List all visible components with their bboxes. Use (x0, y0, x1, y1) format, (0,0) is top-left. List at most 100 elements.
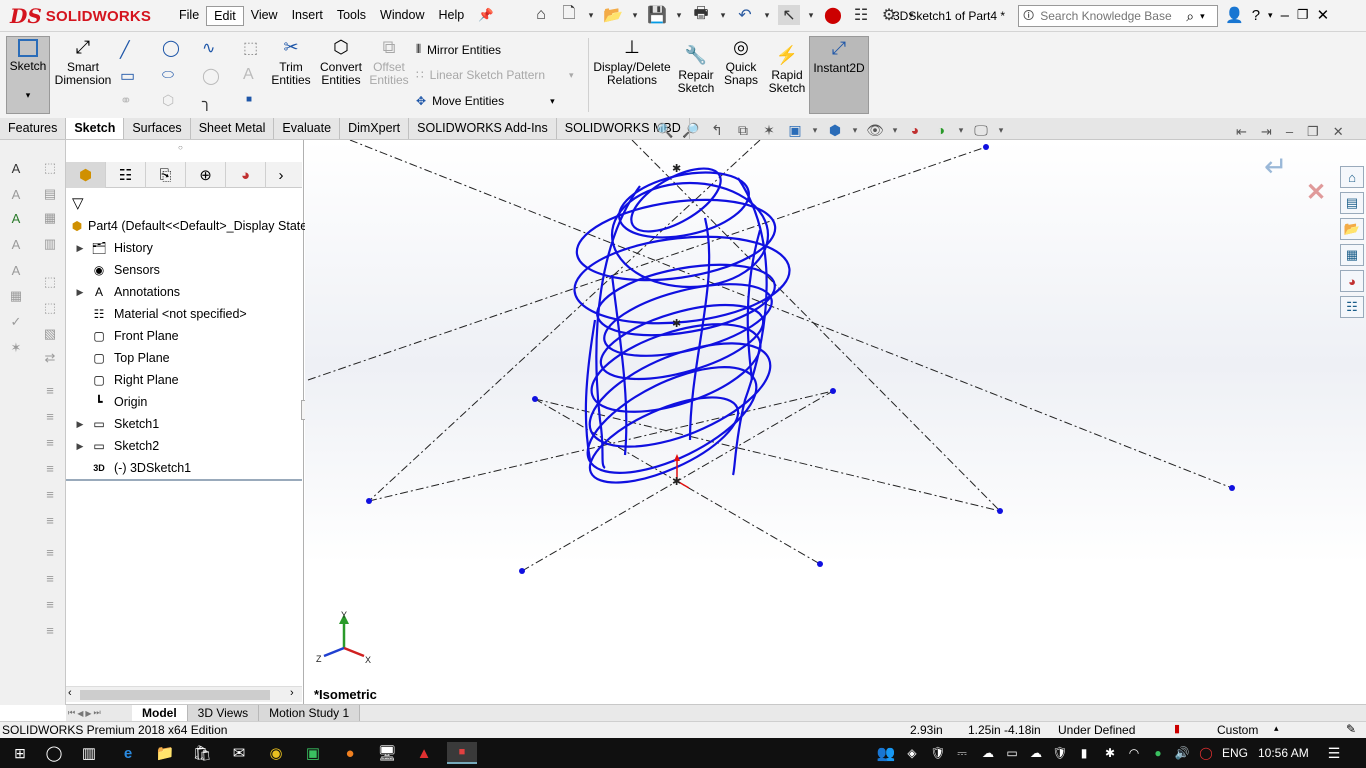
chevron-down-icon[interactable]: ▾ (997, 121, 1005, 139)
menu-view[interactable]: View (244, 6, 285, 26)
apply-scene-icon[interactable]: ◑ (931, 121, 951, 139)
tree-item[interactable]: ▢ Right Plane (70, 370, 178, 390)
windows-start-icon[interactable]: ⊞ (8, 742, 32, 764)
rebuild-indicator-icon[interactable]: ▮ (1174, 722, 1180, 735)
property-manager-tab-icon[interactable]: ☷ (106, 162, 146, 188)
tree-item[interactable]: ▶ ▭ Sketch1 (70, 414, 160, 434)
chevron-down-icon[interactable]: ▾ (718, 5, 728, 25)
tight-icon[interactable]: ≡ (40, 568, 60, 588)
open-folder-icon[interactable]: 📂 (602, 5, 624, 25)
offset-entities-button[interactable]: ⧉ Offset Entities (367, 36, 411, 87)
close-icon[interactable]: ✕ (1317, 6, 1330, 24)
chevron-down-icon[interactable]: ▾ (586, 5, 596, 25)
slot-icon[interactable]: ⬭ (162, 66, 174, 83)
tab-scroll-buttons[interactable]: ⏮ ◀ ▶ ⏭ (66, 705, 132, 722)
file-explorer-icon[interactable]: 📁 (153, 742, 177, 764)
display-delete-relations-button[interactable]: ⊥ Display/Delete Relations (593, 36, 671, 87)
select-cursor-icon[interactable]: ↖ (778, 5, 800, 25)
block-icon[interactable]: ▧ (40, 324, 60, 344)
graphics-area[interactable]: ✱ ✱ ✱ Y X Z (305, 140, 1366, 704)
zoom-to-fit-icon[interactable]: 🔍 (655, 121, 675, 139)
section-view-icon[interactable]: ⧉ (733, 121, 753, 139)
sketch-button[interactable]: Sketch ▾ (6, 36, 50, 114)
minimize-icon[interactable]: – (1281, 7, 1289, 24)
hide-show-items-icon[interactable]: 👁 (865, 121, 885, 139)
prev-tab-icon[interactable]: ◀ (77, 709, 83, 718)
remote-desktop-icon[interactable]: 🖥 (375, 742, 399, 764)
weld-symbol-icon[interactable]: ✶ (6, 338, 26, 358)
dynamic-annotation-icon[interactable]: ✶ (759, 121, 779, 139)
tab-surfaces[interactable]: Surfaces (124, 118, 191, 139)
tree-item[interactable]: ┗ Origin (70, 392, 147, 412)
menu-help[interactable]: Help (432, 6, 472, 26)
solidworks-logo[interactable]: DS SOLIDWORKS (10, 4, 151, 28)
file-properties-icon[interactable]: ☷ (850, 5, 872, 25)
menu-window[interactable]: Window (373, 6, 431, 26)
align-top-icon[interactable]: ≡ (40, 432, 60, 452)
tab-motion-study[interactable]: Motion Study 1 (259, 704, 361, 722)
tree-item[interactable]: 3D (-) 3DSketch1 (70, 458, 191, 478)
store-icon[interactable]: 🛍 (190, 742, 214, 764)
hole-callout-icon[interactable]: ▥ (40, 234, 60, 254)
status-units[interactable]: Custom (1217, 723, 1258, 737)
custom-properties-icon[interactable]: ☷ (1340, 296, 1364, 318)
space-evenly-icon[interactable]: ≡ (40, 484, 60, 504)
view-settings-icon[interactable]: 🖵 (971, 121, 991, 139)
align-bottom-icon[interactable]: ≡ (40, 458, 60, 478)
tab-model[interactable]: Model (132, 704, 188, 722)
expand-arrow-icon[interactable]: ▶ (70, 419, 90, 430)
chain-icon[interactable]: ⚭ (120, 92, 132, 109)
rapid-sketch-button[interactable]: ⚡ Rapid Sketch (765, 44, 809, 95)
chevron-down-icon[interactable]: ▾ (811, 121, 819, 139)
edit-icon[interactable]: ✎ (1346, 722, 1356, 736)
onedrive-icon[interactable]: ☁ (1024, 742, 1048, 764)
search-scope-icon[interactable]: 🛈 (1023, 7, 1034, 26)
surface-finish-icon[interactable]: ✓ (6, 312, 26, 332)
traffic-light-icon[interactable]: ⬤ (822, 5, 844, 25)
chevron-up-icon[interactable]: ▴ (1274, 723, 1279, 734)
wifi-direct-icon[interactable]: ◈ (900, 742, 924, 764)
circle-icon[interactable]: ◯ (162, 38, 180, 58)
format-painter-icon[interactable]: A (6, 208, 26, 228)
expand-arrow-icon[interactable]: ▶ (70, 243, 90, 254)
clock[interactable]: 10:56 AM (1258, 746, 1309, 760)
sketch-point-icon[interactable]: ■ (246, 94, 252, 105)
file-explorer-icon[interactable]: 📂 (1340, 218, 1364, 240)
print-icon[interactable]: 🖶 (690, 5, 712, 25)
security-icon[interactable]: 🛡 (926, 742, 950, 764)
edge-browser-icon[interactable]: e (116, 742, 140, 764)
convert-entities-button[interactable]: ⬡ Convert Entities (316, 36, 366, 87)
solidworks-resources-icon[interactable]: ⌂ (1340, 166, 1364, 188)
battery-icon[interactable]: ▮ (1072, 742, 1096, 764)
balloon-icon[interactable]: A (6, 234, 26, 254)
home-icon[interactable]: ⌂ (530, 5, 552, 25)
magnetic-line-icon[interactable]: ▦ (6, 286, 26, 306)
usb-icon[interactable]: ⎓ (950, 742, 974, 764)
chevron-down-icon[interactable]: ▾ (569, 70, 574, 81)
tree-item[interactable]: ▢ Front Plane (70, 326, 178, 346)
tree-item[interactable]: ▢ Top Plane (70, 348, 169, 368)
tree-item[interactable]: ▶ A Annotations (70, 282, 181, 302)
quick-snaps-button[interactable]: ◎ Quick Snaps (721, 36, 761, 87)
align-left-icon[interactable]: ≡ (40, 380, 60, 400)
next-tab-icon[interactable]: ▶ (85, 709, 91, 718)
edit-appearance-icon[interactable]: ◕ (905, 121, 925, 139)
group-icon[interactable]: ≡ (40, 594, 60, 614)
dimxpert-manager-tab-icon[interactable]: ⊕ (186, 162, 226, 188)
bluetooth-icon[interactable]: ✱ (1098, 742, 1122, 764)
ungroup-icon[interactable]: ≡ (40, 620, 60, 640)
tab-dimxpert[interactable]: DimXpert (340, 118, 410, 139)
action-center-icon[interactable]: ☰ (1322, 742, 1346, 764)
tree-item[interactable]: ▶ ▭ Sketch2 (70, 436, 160, 456)
filter-icon[interactable]: ▽ (72, 194, 84, 212)
mirror-entities-button[interactable]: ⫴ Mirror Entities (416, 42, 501, 57)
datum-feature-icon[interactable]: ▤ (40, 184, 60, 204)
tab-sketch[interactable]: Sketch (66, 118, 125, 139)
tab-features[interactable]: Features (0, 118, 67, 139)
tree-rollback-bar[interactable] (66, 479, 302, 481)
panel-collapse-dot[interactable]: ○ (178, 143, 183, 152)
design-library-icon[interactable]: ▤ (1340, 192, 1364, 214)
cancel-sketch-icon[interactable]: ✕ (1306, 178, 1326, 207)
defender-icon[interactable]: 🛡 (1048, 742, 1072, 764)
align-right-icon[interactable]: ≡ (40, 406, 60, 426)
